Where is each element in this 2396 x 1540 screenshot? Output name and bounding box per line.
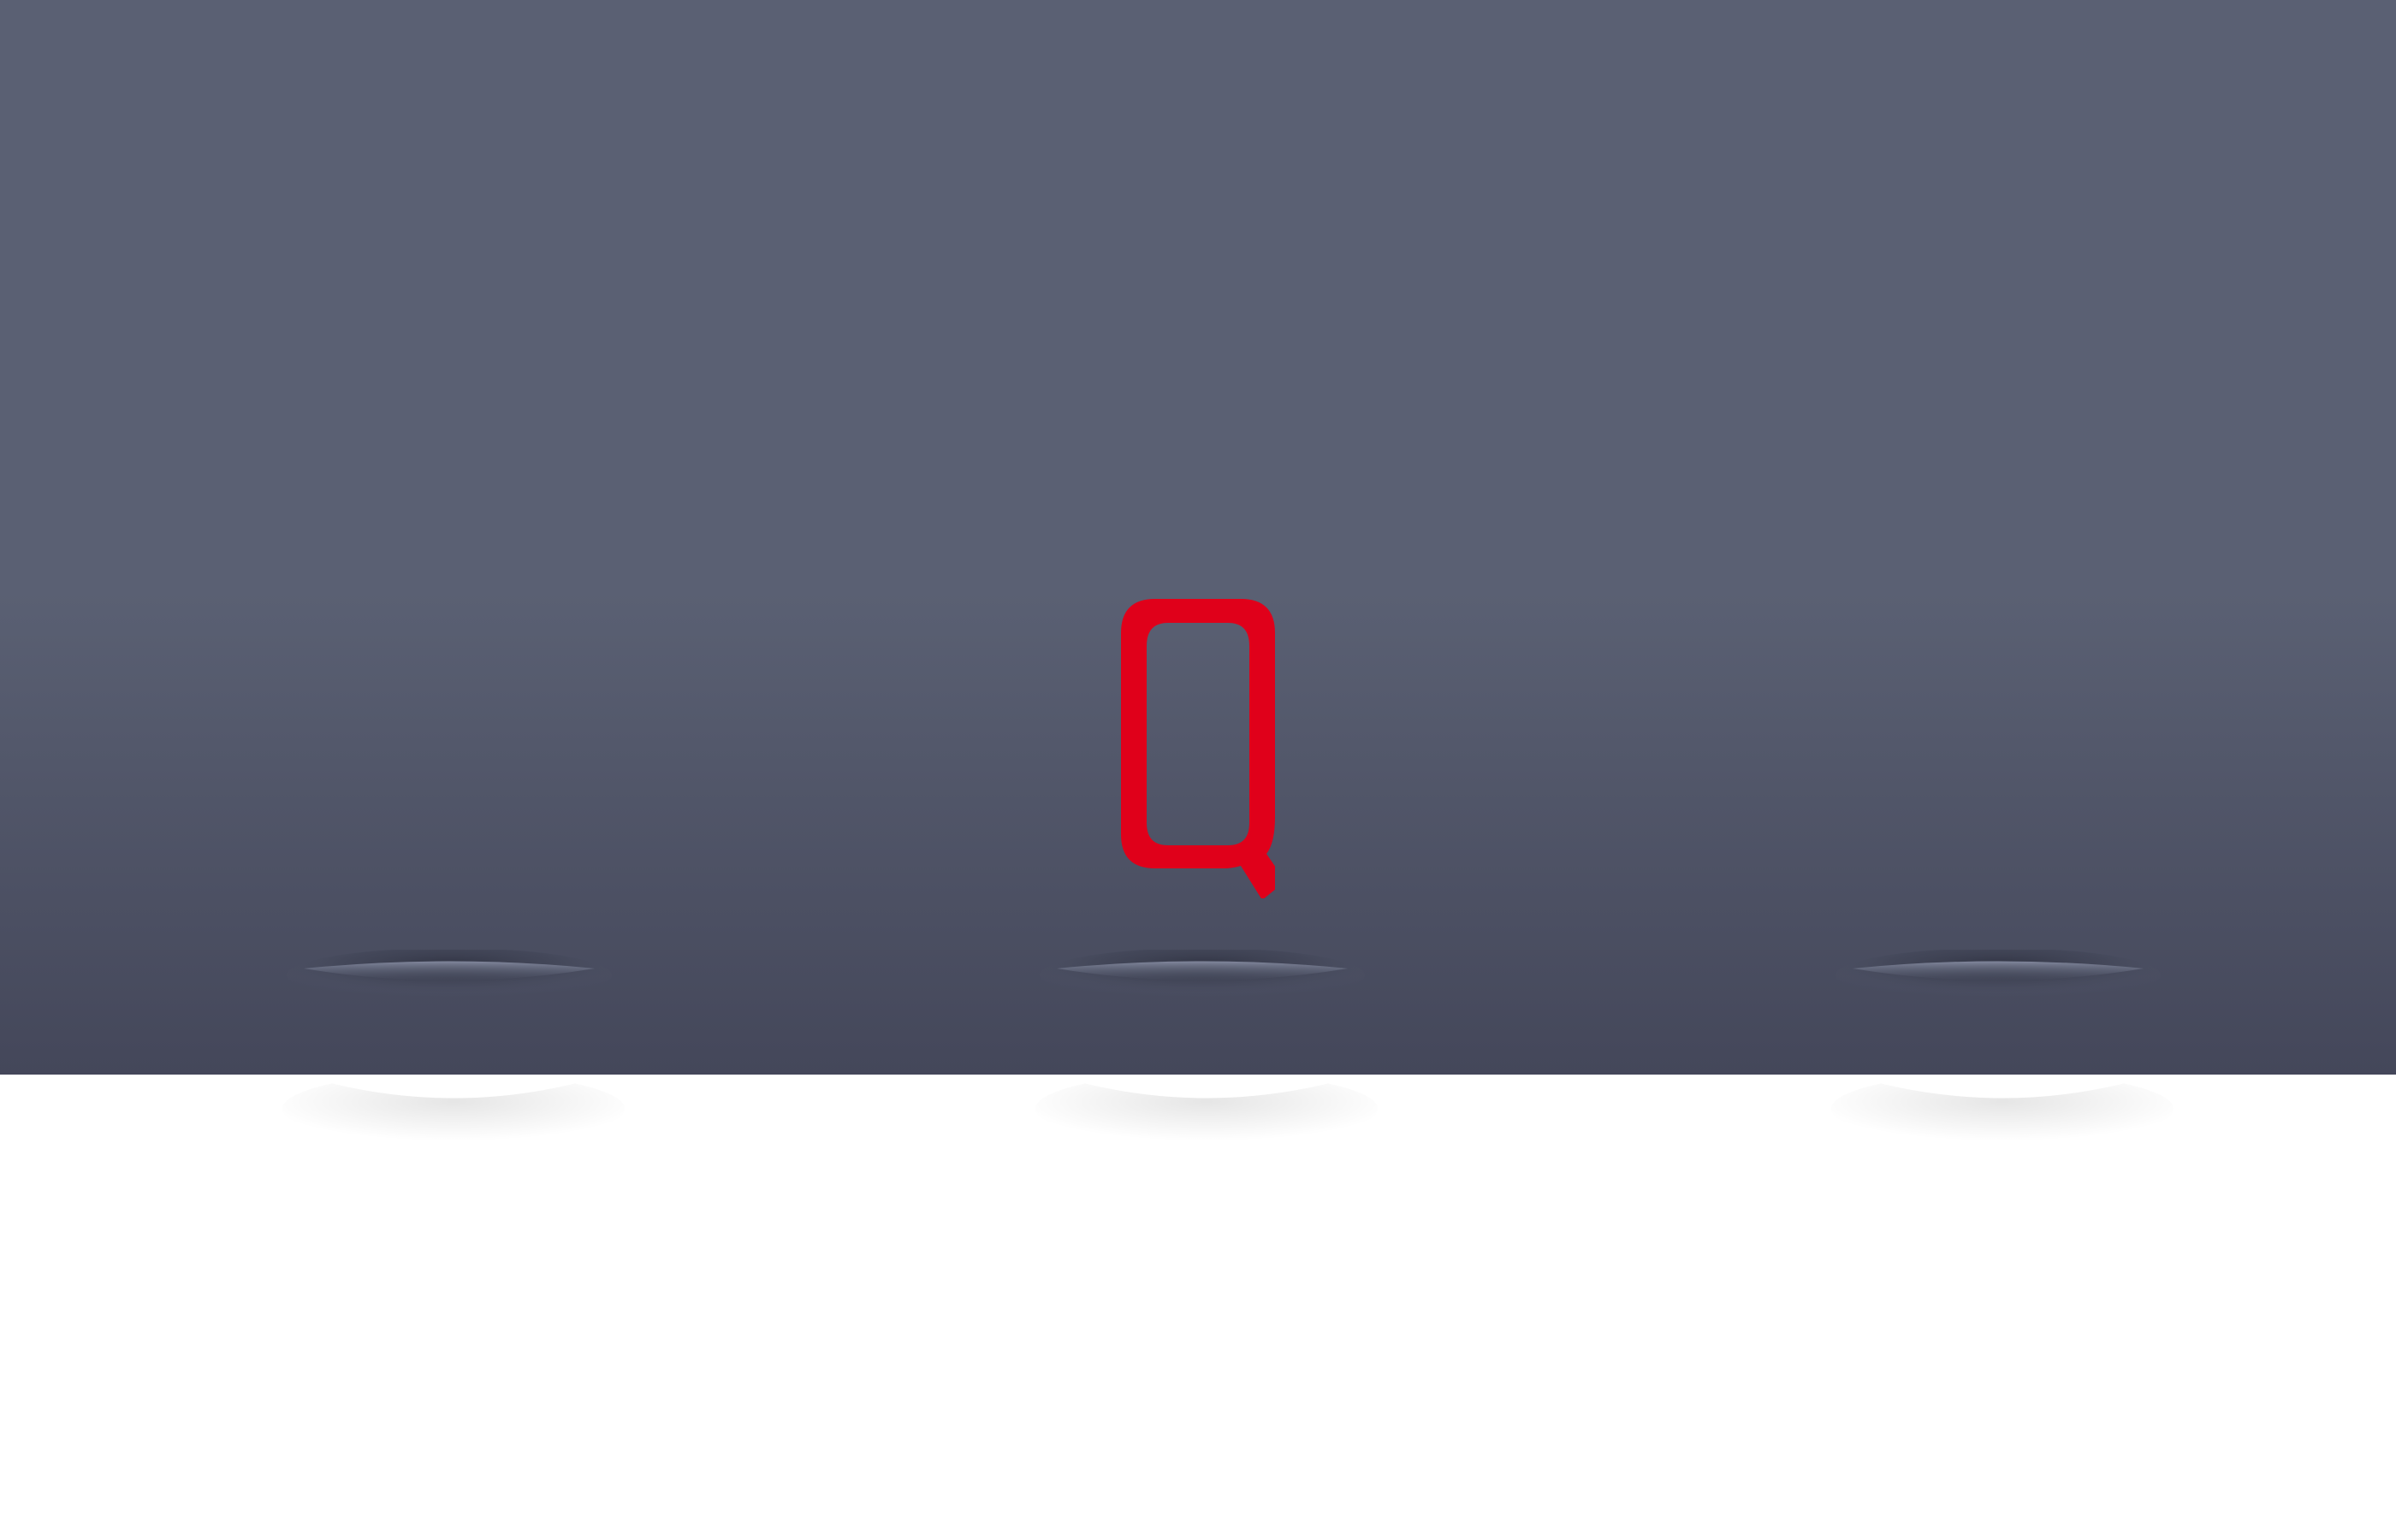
hero-panel <box>0 0 2396 1075</box>
shadow-under-indicator-3 <box>1831 1075 2174 1152</box>
dimple-indicator-2[interactable] <box>1040 950 1365 1027</box>
dimple-indicator-3[interactable] <box>1836 950 2161 1027</box>
white-content-area <box>0 1152 2396 1540</box>
q-logo-icon <box>1121 599 1275 898</box>
app-page <box>0 0 2396 1540</box>
shadow-under-indicator-2 <box>1035 1075 1378 1152</box>
dimple-indicator-1[interactable] <box>287 950 612 1027</box>
shadow-under-indicator-1 <box>282 1075 625 1152</box>
